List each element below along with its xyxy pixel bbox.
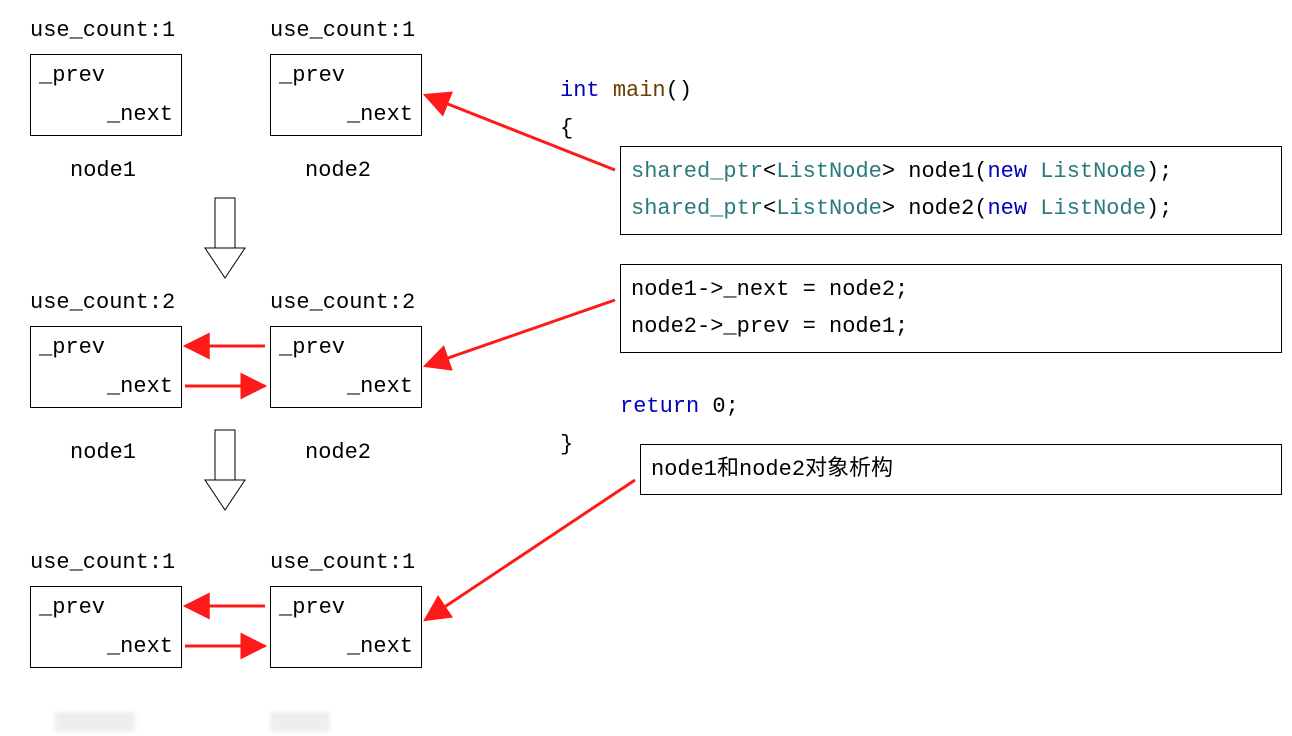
prev-label: _prev xyxy=(279,595,345,620)
node-label-s1-n1: node1 xyxy=(70,158,136,183)
uc-label-s2-n2: use_count:2 xyxy=(270,290,415,315)
lbrace: { xyxy=(560,116,573,141)
rbrace: } xyxy=(560,432,573,457)
uc-label-s1-n1: use_count:1 xyxy=(30,18,175,43)
fn-main: main xyxy=(613,78,666,103)
uc-label-s3-n1: use_count:1 xyxy=(30,550,175,575)
prev-label: _prev xyxy=(39,595,105,620)
nodebox-s3-n1: _prev _next xyxy=(30,586,182,668)
next-label: _next xyxy=(347,102,413,127)
arrow-init-to-s1n2 xyxy=(425,95,615,170)
next-label: _next xyxy=(347,634,413,659)
nodebox-s2-n2: _prev _next xyxy=(270,326,422,408)
node-label-s2-n2: node2 xyxy=(305,440,371,465)
cropped-label xyxy=(270,712,330,732)
uc-label-s1-n2: use_count:1 xyxy=(270,18,415,43)
uc-label-s3-n2: use_count:1 xyxy=(270,550,415,575)
down-arrow-2 xyxy=(205,430,245,510)
cropped-label xyxy=(55,712,135,732)
prev-label: _prev xyxy=(39,63,105,88)
nodebox-s2-n1: _prev _next xyxy=(30,326,182,408)
prev-label: _prev xyxy=(279,335,345,360)
arrow-assign-to-s2n2 xyxy=(425,300,615,366)
code-main-sig: int main() xyxy=(560,78,692,103)
nodebox-s3-n2: _prev _next xyxy=(270,586,422,668)
uc-label-s2-n1: use_count:2 xyxy=(30,290,175,315)
next-label: _next xyxy=(107,634,173,659)
nodebox-s1-n1: _prev _next xyxy=(30,54,182,136)
node-label-s1-n2: node2 xyxy=(305,158,371,183)
parens: () xyxy=(666,78,692,103)
next-label: _next xyxy=(107,102,173,127)
codebox-init: shared_ptr<ListNode> node1(new ListNode)… xyxy=(620,146,1282,235)
codebox-destruct: node1和node2对象析构 xyxy=(640,444,1282,495)
prev-label: _prev xyxy=(279,63,345,88)
code-line-assign-prev: node2->_prev = node1; xyxy=(631,308,1271,345)
prev-label: _prev xyxy=(39,335,105,360)
code-return: return 0; xyxy=(620,394,739,419)
node-label-s2-n1: node1 xyxy=(70,440,136,465)
next-label: _next xyxy=(107,374,173,399)
destruct-note: node1和node2对象析构 xyxy=(651,451,1271,488)
code-line-node2-init: shared_ptr<ListNode> node2(new ListNode)… xyxy=(631,190,1271,227)
kw-int: int xyxy=(560,78,600,103)
codebox-assign: node1->_next = node2; node2->_prev = nod… xyxy=(620,264,1282,353)
code-line-node1-init: shared_ptr<ListNode> node1(new ListNode)… xyxy=(631,153,1271,190)
down-arrow-1 xyxy=(205,198,245,278)
arrow-destruct-to-s3n2 xyxy=(425,480,635,620)
next-label: _next xyxy=(347,374,413,399)
code-line-assign-next: node1->_next = node2; xyxy=(631,271,1271,308)
nodebox-s1-n2: _prev _next xyxy=(270,54,422,136)
arrow-overlay xyxy=(0,0,1292,736)
